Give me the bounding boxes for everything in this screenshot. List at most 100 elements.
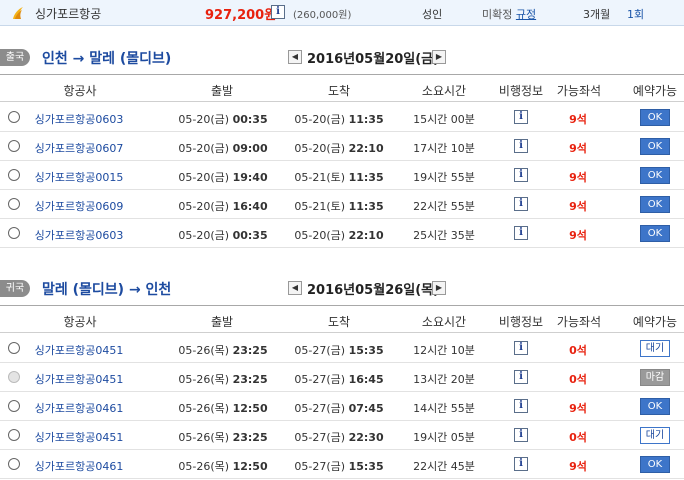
arrow-right-icon[interactable]: ▶ bbox=[432, 281, 446, 295]
arrival: 05-20(금) 22:10 bbox=[294, 140, 383, 156]
flight-row[interactable]: 싱가포르항공0015 05-20(금) 19:40 05-21(토) 11:35 19… bbox=[0, 161, 684, 190]
flight-row[interactable]: 싱가포르항공0451 05-26(목) 23:25 05-27(금) 16:45 13… bbox=[0, 363, 684, 392]
flight-number[interactable]: 싱가포르항공0609 bbox=[35, 198, 124, 214]
flight-number[interactable]: 싱가포르항공0451 bbox=[35, 342, 124, 358]
arrival-date: 05-20(금) bbox=[294, 229, 346, 242]
rule-link[interactable]: 규정 bbox=[516, 8, 536, 21]
duration: 25시간 35분 bbox=[413, 229, 475, 242]
departure: 05-20(금) 09:00 bbox=[178, 140, 267, 156]
inbound-table-header: 항공사 출발 도착 소요시간 비행정보 가능좌석 예약가능 bbox=[0, 305, 684, 333]
flight-row[interactable]: 싱가포르항공0451 05-26(목) 23:25 05-27(금) 22:30 19… bbox=[0, 421, 684, 450]
arrow-left-icon[interactable]: ◀ bbox=[288, 50, 302, 64]
departure-time: 00:35 bbox=[232, 113, 268, 126]
outbound-table-header: 항공사 출발 도착 소요시간 비행정보 가능좌석 예약가능 bbox=[0, 74, 684, 102]
inbound-date: 2016년05월26일(목) bbox=[307, 283, 440, 298]
duration: 19시간 55분 bbox=[413, 171, 475, 184]
info-icon[interactable]: i bbox=[514, 428, 528, 442]
arrow-right-icon[interactable]: ▶ bbox=[432, 50, 446, 64]
arrow-left-icon[interactable]: ◀ bbox=[288, 281, 302, 295]
inbound-route: 말레 (몰디브) → 인천 bbox=[42, 282, 172, 298]
summary-passenger: 성인 bbox=[422, 8, 443, 21]
info-icon[interactable]: i bbox=[514, 110, 528, 124]
flight-select-radio[interactable] bbox=[8, 400, 20, 412]
summary-airline: 싱가포르항공 bbox=[35, 7, 102, 21]
flight-number[interactable]: 싱가포르항공0461 bbox=[35, 400, 124, 416]
flight-number[interactable]: 싱가포르항공0461 bbox=[35, 458, 124, 474]
arrival-time: 15:35 bbox=[348, 460, 384, 473]
info-icon[interactable]: i bbox=[514, 226, 528, 240]
ok-button[interactable]: OK bbox=[640, 109, 670, 126]
flight-number[interactable]: 싱가포르항공0603 bbox=[35, 111, 124, 127]
available-seats: 9석 bbox=[569, 142, 587, 155]
departure: 05-20(금) 16:40 bbox=[178, 198, 267, 214]
flight-select-radio[interactable] bbox=[8, 169, 20, 181]
available-seats: 9석 bbox=[569, 171, 587, 184]
departure-time: 16:40 bbox=[232, 200, 268, 213]
inbound-header: 귀국 말레 (몰디브) → 인천 ◀ 2016년05월26일(목) ▶ bbox=[0, 278, 684, 300]
info-icon[interactable]: i bbox=[514, 399, 528, 413]
arrival-date: 05-27(금) bbox=[294, 402, 346, 415]
arrival: 05-27(금) 15:35 bbox=[294, 342, 383, 358]
flight-select-radio[interactable] bbox=[8, 198, 20, 210]
flight-select-radio[interactable] bbox=[8, 458, 20, 470]
info-icon[interactable]: i bbox=[514, 197, 528, 211]
airline-logo bbox=[13, 7, 23, 19]
flight-number[interactable]: 싱가포르항공0451 bbox=[35, 371, 124, 387]
flight-select-radio[interactable] bbox=[8, 429, 20, 441]
available-seats: 9석 bbox=[569, 113, 587, 126]
departure-time: 19:40 bbox=[232, 171, 268, 184]
flight-row[interactable]: 싱가포르항공0461 05-26(목) 12:50 05-27(금) 07:45 14… bbox=[0, 392, 684, 421]
col-departure: 출발 bbox=[210, 315, 234, 329]
ok-button[interactable]: OK bbox=[640, 456, 670, 473]
available-seats: 0석 bbox=[569, 373, 587, 386]
departure-time: 12:50 bbox=[232, 402, 268, 415]
ok-button[interactable]: OK bbox=[640, 138, 670, 155]
available-seats: 9석 bbox=[569, 229, 587, 242]
arrival: 05-27(금) 15:35 bbox=[294, 458, 383, 474]
arrival-time: 11:35 bbox=[348, 171, 384, 184]
info-icon[interactable]: i bbox=[271, 5, 285, 19]
flight-select-radio[interactable] bbox=[8, 111, 20, 123]
waitlist-button[interactable]: 대기 bbox=[640, 427, 670, 444]
arrival-time: 07:45 bbox=[348, 402, 384, 415]
outbound-tag: 출국 bbox=[0, 49, 30, 66]
arrival-date: 05-27(금) bbox=[294, 373, 346, 386]
info-icon[interactable]: i bbox=[514, 341, 528, 355]
departure-time: 23:25 bbox=[232, 431, 268, 444]
flight-number[interactable]: 싱가포르항공0451 bbox=[35, 429, 124, 445]
flight-select-radio[interactable] bbox=[8, 140, 20, 152]
col-flight-info: 비행정보 bbox=[498, 315, 544, 329]
info-icon[interactable]: i bbox=[514, 457, 528, 471]
ok-button[interactable]: OK bbox=[640, 196, 670, 213]
flight-row[interactable]: 싱가포르항공0451 05-26(목) 23:25 05-27(금) 15:35 12… bbox=[0, 334, 684, 363]
info-icon[interactable]: i bbox=[514, 139, 528, 153]
flight-row[interactable]: 싱가포르항공0609 05-20(금) 16:40 05-21(토) 11:35 22… bbox=[0, 190, 684, 219]
departure: 05-26(목) 23:25 bbox=[178, 429, 267, 445]
arrival-time: 22:10 bbox=[348, 229, 384, 242]
flight-row[interactable]: 싱가포르항공0603 05-20(금) 00:35 05-20(금) 22:10 25… bbox=[0, 219, 684, 248]
flight-select-radio bbox=[8, 371, 20, 383]
flight-select-radio[interactable] bbox=[8, 342, 20, 354]
flight-number[interactable]: 싱가포르항공0015 bbox=[35, 169, 124, 185]
summary-price: 927,200원 bbox=[205, 8, 277, 23]
departure: 05-26(목) 12:50 bbox=[178, 400, 267, 416]
ok-button[interactable]: OK bbox=[640, 225, 670, 242]
flight-row[interactable]: 싱가포르항공0607 05-20(금) 09:00 05-20(금) 22:10 17… bbox=[0, 132, 684, 161]
departure-date: 05-20(금) bbox=[178, 229, 230, 242]
ok-button[interactable]: OK bbox=[640, 398, 670, 415]
departure-date: 05-26(목) bbox=[178, 460, 230, 473]
ok-button[interactable]: OK bbox=[640, 167, 670, 184]
info-icon[interactable]: i bbox=[514, 168, 528, 182]
departure: 05-26(목) 23:25 bbox=[178, 342, 267, 358]
waitlist-button[interactable]: 대기 bbox=[640, 340, 670, 357]
flight-number[interactable]: 싱가포르항공0603 bbox=[35, 227, 124, 243]
col-airline: 항공사 bbox=[63, 315, 97, 329]
flight-row[interactable]: 싱가포르항공0603 05-20(금) 00:35 05-20(금) 11:35 15… bbox=[0, 103, 684, 132]
arrival-date: 05-20(금) bbox=[294, 142, 346, 155]
flight-select-radio[interactable] bbox=[8, 227, 20, 239]
flight-row[interactable]: 싱가포르항공0461 05-26(목) 12:50 05-27(금) 15:35 22… bbox=[0, 450, 684, 479]
flight-number[interactable]: 싱가포르항공0607 bbox=[35, 140, 124, 156]
info-icon[interactable]: i bbox=[514, 370, 528, 384]
col-duration: 소요시간 bbox=[421, 315, 467, 329]
col-arrival: 도착 bbox=[327, 84, 351, 98]
